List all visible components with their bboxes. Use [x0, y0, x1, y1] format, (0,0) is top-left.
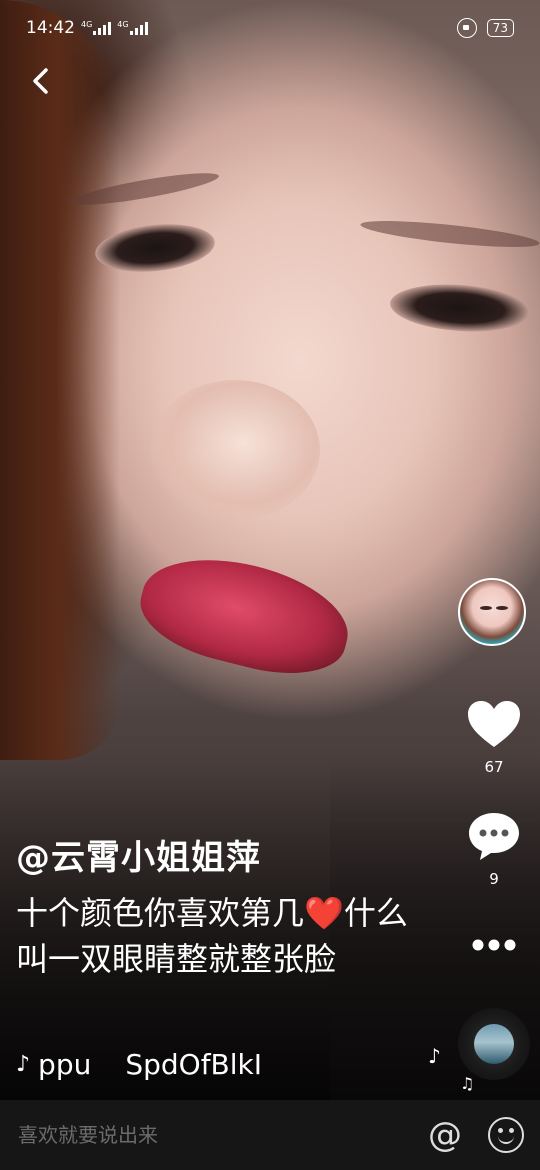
comment-bar: @ [0, 1100, 540, 1170]
music-prefix: ppu [38, 1047, 92, 1081]
music-cover [474, 1024, 514, 1064]
author-name[interactable]: @云霄小姐姐萍 [16, 830, 261, 879]
author-avatar[interactable] [458, 578, 526, 646]
comment-button[interactable]: 9 [460, 810, 528, 888]
more-button[interactable] [460, 935, 528, 959]
comment-input[interactable] [16, 1122, 428, 1148]
mention-icon[interactable]: @ [428, 1115, 462, 1155]
ellipsis-icon [472, 939, 516, 951]
music-marquee[interactable]: ♪ ppu SpdOfBlkI [16, 1044, 296, 1084]
music-note-icon: ♪ [428, 1044, 441, 1068]
speech-bubble-icon [469, 813, 519, 860]
heart-icon [468, 701, 520, 747]
status-time: 14:42 [26, 18, 75, 38]
music-note-icon-small: ♫ [460, 1074, 475, 1093]
smile-icon[interactable] [488, 1117, 524, 1153]
battery-indicator: 73 [486, 19, 514, 37]
music-title: SpdOfBlkI [125, 1047, 263, 1081]
rotation-lock-icon [456, 18, 477, 38]
like-button[interactable]: 67 [460, 700, 528, 776]
music-note-icon-caption: ♪ [16, 1051, 31, 1077]
signal-icon-2: 4G [117, 20, 148, 35]
status-bar: 14:42 4G 4G 73 [0, 0, 540, 56]
post-description: 十个颜色你喜欢第几❤️什么叫一双眼睛整就整张脸 [16, 894, 408, 978]
comment-count: 9 [489, 870, 499, 888]
music-disc[interactable] [458, 1008, 530, 1080]
like-count: 67 [484, 758, 504, 776]
back-icon[interactable] [26, 64, 60, 98]
signal-icon: 4G [81, 20, 112, 35]
